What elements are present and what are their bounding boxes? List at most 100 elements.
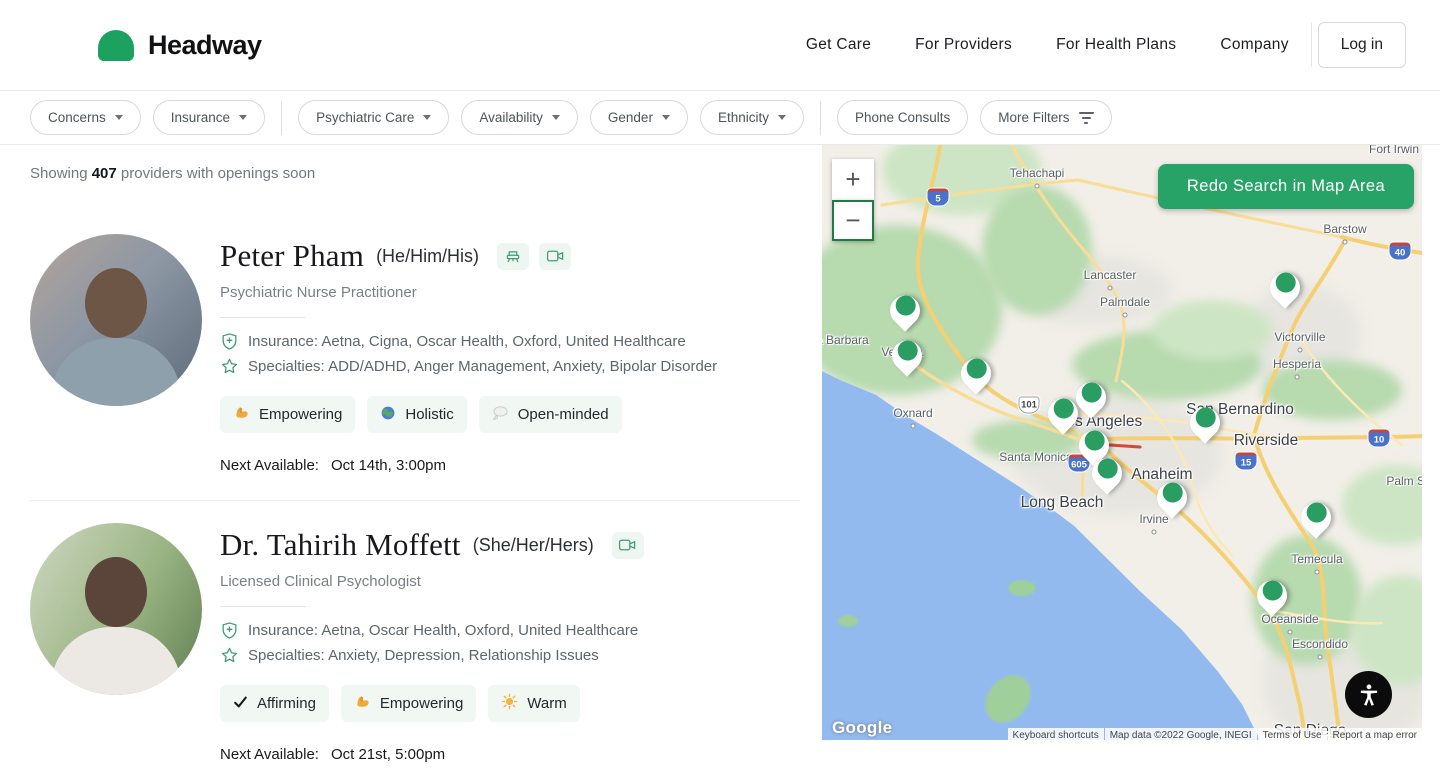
filter-insurance[interactable]: Insurance [153, 100, 265, 135]
brand[interactable]: Headway [98, 30, 262, 61]
specialties-line: Specialties: ADD/ADHD, Anger Management,… [220, 357, 717, 376]
accessibility-button[interactable] [1345, 671, 1392, 718]
map-town-dot [1108, 286, 1113, 291]
filter-concerns[interactable]: Concerns [30, 100, 141, 135]
google-logo: Google [832, 718, 892, 738]
provider-name[interactable]: Peter Pham [220, 238, 364, 274]
attribution-item: Map data ©2022 Google, INEGI [1105, 728, 1257, 740]
filter-label: Phone Consults [855, 110, 950, 125]
map-label-long-beach: Long Beach [1021, 494, 1104, 512]
map-town-dot [1318, 655, 1323, 660]
armchair-icon[interactable] [497, 243, 529, 270]
video-icon[interactable] [612, 532, 644, 559]
login-button[interactable]: Log in [1318, 22, 1406, 68]
chevron-down-icon [662, 115, 670, 120]
provider-title: Psychiatric Nurse Practitioner [220, 284, 717, 301]
map-town-dot [1152, 530, 1157, 535]
map-label-palm-springs: Palm Springs [1386, 474, 1422, 488]
provider-name[interactable]: Dr. Tahirih Moffett [220, 527, 461, 563]
insurance-line: Insurance: Aetna, Cigna, Oscar Health, O… [220, 332, 717, 351]
chevron-down-icon [115, 115, 123, 120]
accessibility-icon [1356, 682, 1382, 708]
chevron-down-icon [778, 115, 786, 120]
provider-pronouns: (She/Her/Hers) [473, 535, 594, 556]
map-label-barstow: Barstow [1323, 222, 1366, 236]
attribution-item[interactable]: Terms of Use [1258, 728, 1327, 740]
filter-label: More Filters [998, 110, 1069, 125]
map-label-oxnard: Oxnard [893, 406, 932, 420]
filter-group-divider [281, 101, 282, 135]
filter-phone-consults[interactable]: Phone Consults [837, 100, 968, 135]
nav-link-for-health-plans[interactable]: For Health Plans [1056, 36, 1176, 54]
provider-card[interactable]: Peter Pham (He/Him/His) Psychiatric Nurs… [30, 212, 800, 500]
map-label-riverside: Riverside [1234, 432, 1299, 450]
session-type-icons [497, 243, 571, 270]
card-divider [220, 606, 306, 607]
highway-shield-5: 5 [928, 189, 949, 206]
map-town-dot [1035, 184, 1040, 189]
specialties-star-icon [220, 646, 239, 665]
badge-holistic: Holistic [367, 396, 466, 433]
map-label-temecula: Temecula [1291, 552, 1342, 566]
chevron-down-icon [552, 115, 560, 120]
video-icon[interactable] [539, 243, 571, 270]
provider-title: Licensed Clinical Psychologist [220, 573, 644, 590]
map-town-dot [1298, 348, 1303, 353]
filter-gender[interactable]: Gender [590, 100, 688, 135]
map-label-anaheim: Anaheim [1131, 466, 1192, 484]
filter-label: Availability [479, 110, 543, 125]
thought-icon [492, 406, 509, 424]
insurance-shield-icon [220, 332, 239, 351]
filter-psychiatric-care[interactable]: Psychiatric Care [298, 100, 449, 135]
map-panel[interactable]: Fort IrwinTehachapiBarstowLancasterPalmd… [822, 145, 1422, 740]
personality-badges: AffirmingEmpoweringWarm [220, 685, 644, 722]
map-label-fort-irwin: Fort Irwin [1369, 145, 1419, 156]
nav-divider [1311, 23, 1312, 67]
map-town-dot [1288, 630, 1293, 635]
attribution-item[interactable]: Report a map error [1328, 728, 1422, 740]
filter-more-filters[interactable]: More Filters [980, 100, 1111, 135]
nav-link-for-providers[interactable]: For Providers [915, 36, 1012, 54]
provider-photo[interactable] [30, 234, 202, 406]
chevron-down-icon [239, 115, 247, 120]
map-label-escondido: Escondido [1292, 637, 1348, 651]
highway-shield-101: 101 [1019, 397, 1040, 414]
map-zoom-control: + − [832, 159, 874, 241]
map-label-lancaster: Lancaster [1084, 268, 1137, 282]
badge-open-minded: Open-minded [479, 396, 622, 433]
provider-card[interactable]: Dr. Tahirih Moffett (She/Her/Hers) Licen… [30, 500, 800, 777]
check-icon [233, 695, 248, 713]
chevron-down-icon [423, 115, 431, 120]
filter-label: Gender [608, 110, 653, 125]
filter-sliders-icon [1079, 112, 1094, 124]
attribution-item[interactable]: Keyboard shortcuts [1008, 728, 1104, 740]
brand-name: Headway [148, 30, 262, 61]
filter-label: Insurance [171, 110, 230, 125]
muscle-icon [233, 404, 250, 425]
insurance-line: Insurance: Aetna, Oscar Health, Oxford, … [220, 621, 644, 640]
filter-label: Psychiatric Care [316, 110, 414, 125]
specialties-line: Specialties: Anxiety, Depression, Relati… [220, 646, 644, 665]
filter-label: Concerns [48, 110, 106, 125]
nav-link-get-care[interactable]: Get Care [806, 36, 871, 54]
redo-search-button[interactable]: Redo Search in Map Area [1158, 164, 1414, 209]
zoom-in-button[interactable]: + [832, 159, 874, 200]
map-town-dot [1343, 240, 1348, 245]
next-available: Next Available:Oct 14th, 3:00pm [220, 457, 717, 474]
provider-photo[interactable] [30, 523, 202, 695]
zoom-out-button[interactable]: − [832, 200, 874, 241]
badge-empowering: Empowering [220, 396, 355, 433]
next-available: Next Available:Oct 21st, 5:00pm [220, 746, 644, 763]
map-label-palmdale: Palmdale [1100, 295, 1150, 309]
highway-shield-15: 15 [1236, 453, 1257, 470]
sun-icon [501, 693, 518, 714]
filter-availability[interactable]: Availability [461, 100, 578, 135]
map-label-irvine: Irvine [1139, 512, 1168, 526]
results-panel: Showing 407 providers with openings soon… [0, 145, 822, 777]
filter-ethnicity[interactable]: Ethnicity [700, 100, 804, 135]
filter-group-divider [820, 101, 821, 135]
session-type-icons [612, 532, 644, 559]
provider-details: Peter Pham (He/Him/His) Psychiatric Nurs… [220, 234, 717, 474]
map-label-victorville: Victorville [1274, 330, 1325, 344]
nav-link-company[interactable]: Company [1220, 36, 1288, 54]
